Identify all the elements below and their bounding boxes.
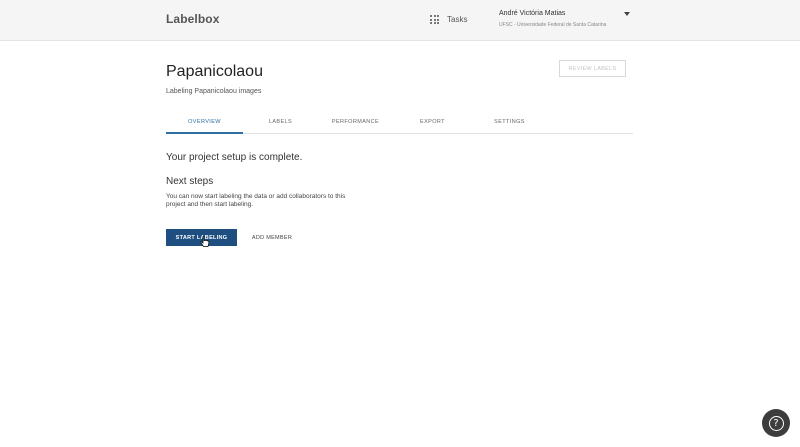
labelbox-logo[interactable]: Labelbox bbox=[166, 12, 219, 26]
project-title: Papanicolaou bbox=[166, 63, 263, 80]
project-description: Labeling Papanicolaou images bbox=[166, 88, 262, 95]
tasks-label: Tasks bbox=[447, 15, 468, 24]
grid-icon bbox=[430, 15, 439, 24]
hand-cursor-icon bbox=[200, 236, 210, 247]
tab-export[interactable]: EXPORT bbox=[393, 115, 472, 134]
project-tabs: OVERVIEW LABELS PERFORMANCE EXPORT SETTI… bbox=[166, 115, 633, 134]
setup-status: Your project setup is complete. bbox=[166, 152, 303, 163]
tab-labels[interactable]: LABELS bbox=[243, 115, 318, 134]
next-steps-heading: Next steps bbox=[166, 176, 214, 187]
tab-settings[interactable]: SETTINGS bbox=[472, 115, 547, 134]
user-organization: UFSC - Universidade Federal de Santa Cat… bbox=[499, 22, 607, 28]
next-steps-text: You can now start labeling the data or a… bbox=[166, 193, 346, 208]
caret-down-icon[interactable] bbox=[624, 12, 630, 16]
help-button[interactable]: ? bbox=[762, 409, 790, 437]
question-icon: ? bbox=[768, 415, 784, 431]
top-bar: Labelbox Tasks André Victória Matias UFS… bbox=[0, 0, 800, 41]
add-member-button[interactable]: ADD MEMBER bbox=[244, 229, 300, 246]
user-menu[interactable]: André Victória Matias UFSC - Universidad… bbox=[499, 10, 634, 28]
tab-performance[interactable]: PERFORMANCE bbox=[318, 115, 393, 134]
review-labels-button[interactable]: REVIEW LABELS bbox=[559, 60, 626, 77]
tab-overview[interactable]: OVERVIEW bbox=[166, 115, 243, 134]
tasks-button[interactable]: Tasks bbox=[430, 15, 467, 24]
user-name: André Victória Matias bbox=[499, 10, 566, 17]
